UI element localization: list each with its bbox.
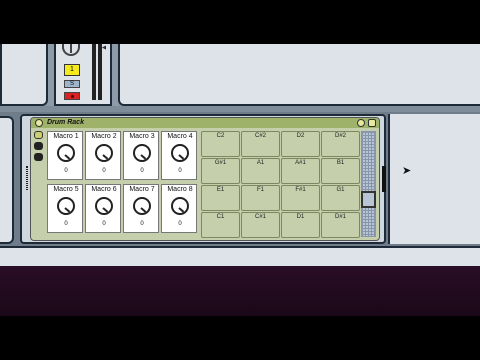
pad-note-label: D#1 [334,214,346,220]
drum-pad[interactable]: F#1 [281,185,320,211]
pad-note-label: E1 [216,187,225,193]
drum-pad[interactable]: D#1 [321,212,360,238]
drum-pad[interactable]: E1 [201,185,240,211]
macro-knob-2[interactable]: Macro 2 0 [85,131,121,180]
macro-knob-7[interactable]: Macro 7 0 [123,184,159,233]
macro-label: Macro 4 [167,133,193,140]
record-icon [71,95,74,98]
device-power-button[interactable] [35,119,43,127]
pad-note-label: D#2 [334,133,346,139]
drum-rack-title-bar[interactable]: Drum Rack [31,118,379,128]
hot-swap-icon[interactable] [357,119,365,127]
macro-knob-5[interactable]: Macro 5 0 [47,184,83,233]
macro-label: Macro 7 [129,186,155,193]
macro-value: 0 [140,168,144,174]
pad-overview-selector[interactable] [361,191,376,208]
pad-note-label: A1 [256,160,265,166]
drum-pad[interactable]: A#1 [281,158,320,184]
track-activator-button[interactable]: 1 [64,64,80,76]
knob-icon[interactable] [171,144,189,162]
macro-knob-6[interactable]: Macro 6 0 [85,184,121,233]
knob-icon[interactable] [133,197,151,215]
knob-icon[interactable] [95,144,113,162]
pad-note-label: C2 [216,133,225,139]
pad-note-label: F1 [256,187,264,193]
macro-knob-8[interactable]: Macro 8 0 [161,184,197,233]
macro-value: 0 [64,221,68,227]
show-chain-list-button[interactable] [34,142,43,150]
level-meter-right [98,44,102,100]
device-resize-handle[interactable] [382,166,386,192]
macro-value: 0 [102,168,106,174]
mixer-strip: ▲ 1 S [54,44,112,106]
drum-pad[interactable]: A1 [241,158,280,184]
level-meter-left [92,44,96,100]
pad-note-label: C#1 [254,214,266,220]
drum-pad[interactable]: G1 [321,185,360,211]
drum-pad[interactable]: G#1 [201,158,240,184]
knob-icon[interactable] [57,197,75,215]
pad-overview[interactable] [361,131,376,237]
drum-pad[interactable]: D#2 [321,131,360,157]
macro-knob-4[interactable]: Macro 4 0 [161,131,197,180]
macro-value: 0 [178,168,182,174]
show-devices-button[interactable] [34,153,43,161]
fader-handle-icon[interactable]: ▲ [101,44,108,51]
macro-value: 0 [140,221,144,227]
drum-pad[interactable]: D2 [281,131,320,157]
drum-rack-device: Drum Rack Macro 1 0 Macro 2 0 Macro 3 0 … [30,117,380,241]
letterbox-top [0,0,480,44]
macro-label: Macro 5 [53,186,79,193]
letterbox-bottom [0,316,480,360]
device-view-left-edge [0,116,14,244]
solo-button[interactable]: S [64,80,80,88]
drum-pad[interactable]: C1 [201,212,240,238]
show-macros-button[interactable] [34,131,43,139]
drum-pad[interactable]: C#1 [241,212,280,238]
drum-pad[interactable]: C#2 [241,131,280,157]
knob-icon[interactable] [171,197,189,215]
macro-label: Macro 6 [91,186,117,193]
mouse-cursor-icon: ➤ [402,165,412,177]
save-preset-icon[interactable] [368,119,376,127]
macro-knob-3[interactable]: Macro 3 0 [123,131,159,180]
video-overlay-bar [0,266,480,316]
pad-note-label: C1 [216,214,225,220]
device-title: Drum Rack [47,119,84,126]
macro-value: 0 [64,168,68,174]
chain-resize-handle[interactable] [26,166,28,190]
session-panel-left [0,44,48,106]
pad-note-label: F#1 [295,187,306,193]
pad-note-label: D1 [296,214,305,220]
device-drop-area[interactable] [388,114,480,244]
macro-value: 0 [178,221,182,227]
drum-pad[interactable]: D1 [281,212,320,238]
drum-pad[interactable]: C2 [201,131,240,157]
pad-note-label: G1 [336,187,345,193]
drum-pad[interactable]: F1 [241,185,280,211]
pad-note-label: D2 [296,133,305,139]
knob-icon[interactable] [95,197,113,215]
arm-button[interactable] [64,92,80,100]
knob-icon[interactable] [133,144,151,162]
drum-pad[interactable]: B1 [321,158,360,184]
pad-note-label: B1 [336,160,345,166]
session-panel-right [118,44,480,106]
macro-value: 0 [102,221,106,227]
macro-label: Macro 1 [53,133,79,140]
pad-note-label: G#1 [214,160,227,166]
macro-label: Macro 8 [167,186,193,193]
knob-icon[interactable] [57,144,75,162]
macro-label: Macro 2 [91,133,117,140]
macro-label: Macro 3 [129,133,155,140]
pad-note-label: A#1 [295,160,306,166]
pan-knob-needle [70,44,72,53]
lower-panel [0,246,480,266]
pad-note-label: C#2 [254,133,266,139]
macro-knob-1[interactable]: Macro 1 0 [47,131,83,180]
